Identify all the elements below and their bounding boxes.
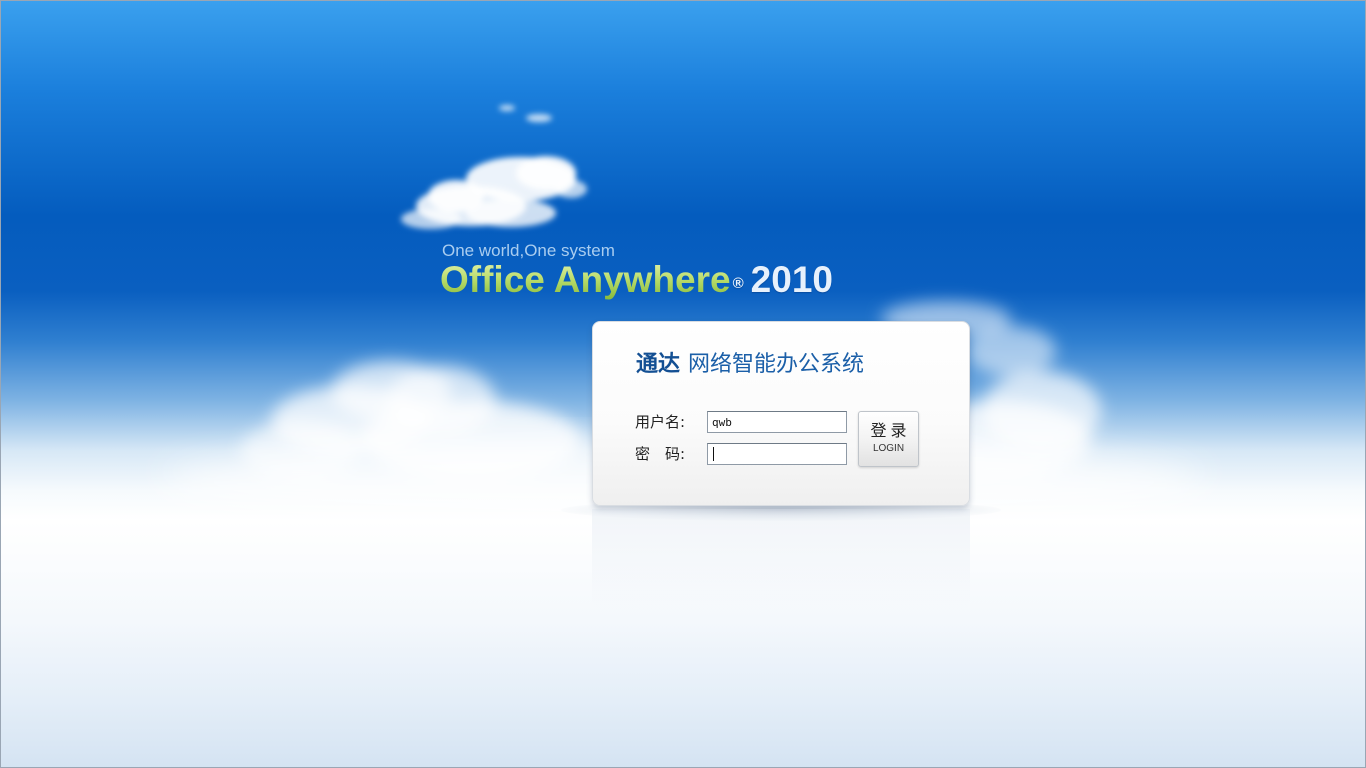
username-label: 用户名: xyxy=(635,413,686,431)
login-button[interactable]: 登录 LOGIN xyxy=(858,411,919,467)
small-cloud-wisp xyxy=(499,105,552,122)
product-year: 2010 xyxy=(750,259,833,300)
brand-title: Office Anywhere ® 2010 xyxy=(440,258,833,302)
login-panel: 通达网络智能办公系统 用户名: 密 码: 登录 LOGIN xyxy=(592,321,970,506)
upper-cloud xyxy=(401,156,587,229)
login-button-sublabel: LOGIN xyxy=(872,443,905,454)
login-button-label: 登录 xyxy=(870,421,911,440)
text-caret xyxy=(713,447,714,461)
password-label: 密 码: xyxy=(635,445,686,463)
system-title-brand: 通达 xyxy=(636,352,681,377)
login-page: One world,One system Office Anywhere ® 201… xyxy=(0,0,1366,768)
registered-mark: ® xyxy=(732,275,744,292)
card-reflection xyxy=(592,509,970,609)
system-title-name: 网络智能办公系统 xyxy=(688,352,865,377)
password-input[interactable] xyxy=(707,443,847,465)
username-input[interactable] xyxy=(707,411,847,433)
system-title: 通达 网络智能办公系统 xyxy=(636,350,864,380)
product-name: Office Anywhere xyxy=(440,259,731,300)
